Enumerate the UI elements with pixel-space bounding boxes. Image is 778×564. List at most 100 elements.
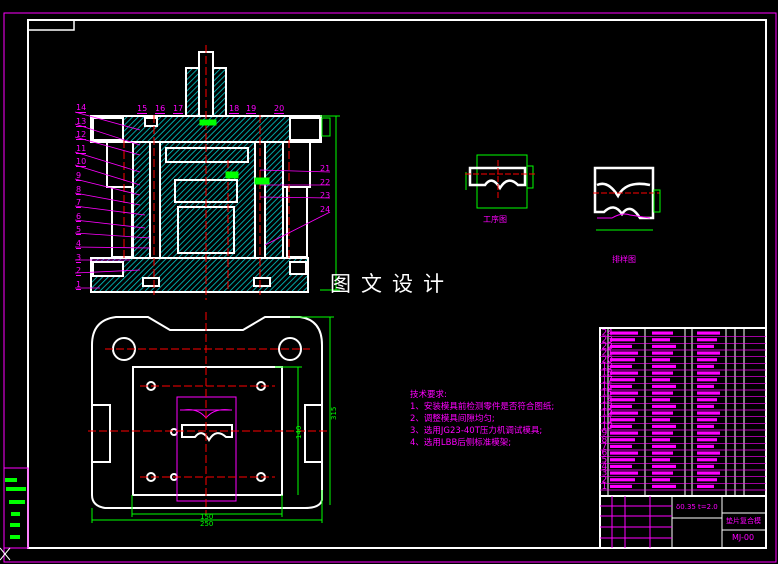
layout-drawing [593, 166, 661, 231]
tech-req-title: 技术要求: [410, 390, 447, 400]
parts-list-cell-text [610, 338, 635, 342]
part-callout: 3 [76, 252, 82, 263]
parts-list-cell-text [697, 384, 714, 388]
part-callout: 21 [320, 164, 331, 173]
parts-list-cell-text [697, 464, 714, 468]
parts-list-cell-text [610, 471, 638, 475]
parts-list-cell-text [652, 444, 676, 448]
parts-list-cell-text [610, 404, 632, 408]
part-callout: 7 [76, 198, 82, 209]
title-block-drawing-title: 垫片复合模 [726, 517, 761, 525]
parts-list-cell-text [697, 364, 714, 368]
parts-list-cell-text [610, 358, 635, 362]
tech-req-item: 1、安装模具前检测零件是否符合图纸; [410, 402, 555, 412]
parts-list-cell-text [652, 451, 673, 455]
parts-list-cell-text [610, 371, 638, 375]
part-callout: 2 [76, 266, 82, 277]
parts-list-cell-text [652, 378, 670, 382]
part-callout: 12 [76, 130, 87, 141]
parts-list-cell-text [697, 378, 717, 382]
parts-list-cell-text [652, 438, 670, 442]
parts-list-cell-text [697, 404, 714, 408]
parts-list-cell-text [652, 391, 673, 395]
part-callout: 10 [76, 157, 87, 168]
parts-list-cell-text [652, 424, 676, 428]
parts-list-cell-text [610, 478, 635, 482]
parts-list-cell-text [697, 471, 720, 475]
dim-250: 250 [200, 520, 213, 528]
parts-list-cell-text [610, 444, 632, 448]
part-callout: 6 [76, 211, 82, 222]
part-callout: 18 [229, 104, 240, 114]
parts-list-cell-text [610, 378, 635, 382]
parts-list-cell-text [610, 351, 638, 355]
parts-list-cell-text [610, 484, 632, 488]
parts-list-cell-text [652, 404, 676, 408]
part-callout: 13 [76, 116, 87, 127]
part-callout: 20 [274, 104, 285, 114]
parts-list-cell-text [652, 431, 673, 435]
watermark-title: 图文设计 [330, 272, 454, 296]
parts-list-cell-text [610, 384, 632, 388]
parts-list-cell-text [610, 364, 632, 368]
parts-list-cell-text [610, 458, 635, 462]
parts-list-cell-text [697, 451, 720, 455]
parts-list-cell-text [610, 398, 635, 402]
corner-code-box [27, 19, 75, 31]
parts-list-cell-text [652, 478, 670, 482]
parts-list-cell-text [697, 391, 720, 395]
title-block-thickness: t=2.0 [698, 503, 718, 511]
parts-list-cell-text [610, 464, 632, 468]
technical-requirements: 技术要求: 1、安装模具前检测零件是否符合图纸; 2、调整模具间隙均匀; 3、选… [410, 389, 554, 449]
part-callout: 19 [246, 104, 257, 114]
parts-list-rows: 242322212019181716151413121110987654321 [600, 329, 766, 492]
parts-list-cell-text [610, 431, 638, 435]
layout-drawing-caption: 排样图 [612, 255, 636, 264]
parts-list-cell-text [652, 458, 670, 462]
part-callout: 15 [137, 104, 148, 114]
plan-dimensions [91, 316, 334, 523]
parts-list-cell-text [652, 364, 676, 368]
parts-list-cell-text [697, 358, 717, 362]
parts-list-cell-text [652, 331, 673, 335]
parts-list-cell-text [652, 418, 670, 422]
title-block-drawing-number: MJ-00 [732, 533, 755, 542]
parts-list-cell-text [697, 458, 717, 462]
parts-list-cell-text [610, 331, 638, 335]
left-revision-strip [0, 467, 29, 561]
tech-req-item: 2、调整模具间隙均匀; [410, 414, 495, 424]
parts-list-cell-text [697, 438, 717, 442]
title-block-material: δ0.35 [676, 503, 696, 511]
part-callout: 16 [155, 104, 166, 114]
part-callout: 4 [76, 239, 82, 249]
process-drawing [465, 154, 535, 209]
tech-req-item: 3、选用JG23-40T压力机调试模具; [410, 426, 543, 436]
part-callout: 11 [76, 143, 87, 154]
parts-list-cell-text [697, 418, 717, 422]
plan-centerlines [88, 312, 328, 515]
parts-list-cell-text [652, 384, 676, 388]
parts-list-cell-text [610, 424, 632, 428]
parts-list-cell-text [697, 484, 714, 488]
part-callout: 9 [76, 171, 82, 181]
parts-list-cell-text [697, 351, 720, 355]
part-callout: 5 [76, 225, 82, 236]
part-callout: 17 [173, 104, 184, 114]
part-callout: 14 [76, 103, 87, 113]
parts-list-cell-text [652, 464, 676, 468]
part-callout: 1 [76, 279, 82, 290]
parts-list-cell-text [652, 338, 670, 342]
dim-140: 140 [295, 426, 303, 439]
parts-list-cell-text [652, 344, 676, 348]
parts-list-cell-text [652, 358, 670, 362]
parts-list-cell-text [697, 431, 720, 435]
cad-drawing-sheet: 150 250 315 140 24 23 22 21 20 19 18 17 16 15 14 13… [0, 0, 778, 564]
dim-315: 315 [330, 407, 338, 420]
part-callout: 22 [320, 177, 331, 187]
parts-list-cell-text [610, 451, 638, 455]
parts-list-cell-text [610, 344, 632, 348]
parts-list-cell-text [652, 371, 673, 375]
parts-list-cell-text [652, 471, 673, 475]
process-drawing-caption: 工序图 [483, 215, 507, 224]
parts-list-cell-text [697, 338, 717, 342]
